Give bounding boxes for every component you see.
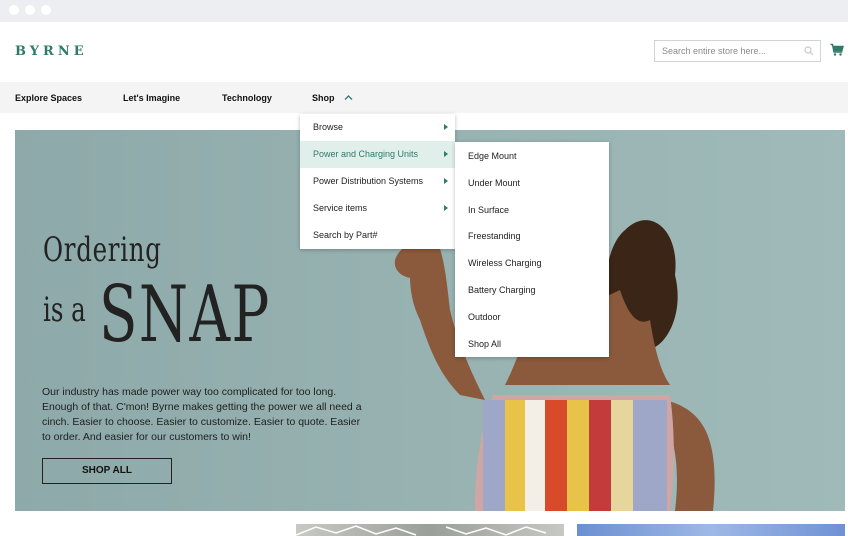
- caret-right-icon: [444, 178, 448, 184]
- main-nav: Explore Spaces Let's Imagine Technology …: [0, 82, 848, 113]
- search-icon[interactable]: [804, 46, 814, 56]
- menu-item-service-items[interactable]: Service items: [300, 195, 455, 222]
- hero-description: Our industry has made power way too comp…: [42, 386, 362, 443]
- power-charging-submenu: Edge Mount Under Mount In Surface Freest…: [455, 142, 609, 357]
- submenu-item-wireless-charging[interactable]: Wireless Charging: [468, 258, 542, 268]
- submenu-item-in-surface[interactable]: In Surface: [468, 205, 509, 215]
- submenu-item-battery-charging[interactable]: Battery Charging: [468, 285, 536, 295]
- site-header: BYRNE: [0, 22, 848, 82]
- hero-title-line-2: is a: [43, 290, 86, 330]
- submenu-item-under-mount[interactable]: Under Mount: [468, 178, 520, 188]
- caret-right-icon: [444, 205, 448, 211]
- submenu-item-outdoor[interactable]: Outdoor: [468, 312, 501, 322]
- menu-item-label: Search by Part#: [313, 230, 378, 240]
- chevron-up-icon[interactable]: [344, 94, 353, 101]
- menu-item-label: Power and Charging Units: [313, 149, 419, 159]
- nav-item-explore-spaces[interactable]: Explore Spaces: [15, 93, 82, 103]
- menu-item-label: Service items: [313, 203, 368, 213]
- caret-right-icon: [444, 124, 448, 130]
- shop-all-button[interactable]: SHOP ALL: [42, 458, 172, 484]
- thumbnail-structure-graphic: [296, 525, 547, 536]
- menu-item-power-distribution-systems[interactable]: Power Distribution Systems: [300, 168, 455, 195]
- site-logo[interactable]: BYRNE: [15, 44, 88, 59]
- nav-item-technology[interactable]: Technology: [222, 93, 272, 103]
- submenu-item-shop-all[interactable]: Shop All: [468, 339, 501, 349]
- caret-right-icon: [444, 151, 448, 157]
- hero-title-line-1: Ordering: [43, 230, 162, 270]
- shop-dropdown-menu: Browse Power and Charging Units Power Di…: [300, 114, 455, 249]
- submenu-item-edge-mount[interactable]: Edge Mount: [468, 151, 517, 161]
- nav-item-lets-imagine[interactable]: Let's Imagine: [123, 93, 180, 103]
- menu-item-browse[interactable]: Browse: [300, 114, 455, 141]
- content-thumbnail-image[interactable]: [577, 524, 845, 536]
- nav-item-shop[interactable]: Shop: [312, 93, 335, 103]
- menu-item-label: Browse: [313, 122, 344, 132]
- hero-title-line-3: SNAP: [99, 270, 271, 360]
- menu-item-search-by-part[interactable]: Search by Part#: [300, 222, 455, 249]
- search-box: [654, 40, 821, 62]
- submenu-item-freestanding[interactable]: Freestanding: [468, 231, 521, 241]
- window-minimize-dot[interactable]: [25, 5, 35, 15]
- browser-title-bar: [0, 0, 848, 22]
- content-thumbnail-image[interactable]: [296, 524, 564, 536]
- menu-item-label: Power Distribution Systems: [313, 176, 424, 186]
- menu-item-power-and-charging-units[interactable]: Power and Charging Units: [300, 141, 455, 168]
- window-close-dot[interactable]: [9, 5, 19, 15]
- cart-icon[interactable]: [830, 43, 844, 57]
- search-input[interactable]: [655, 41, 801, 61]
- window-maximize-dot[interactable]: [41, 5, 51, 15]
